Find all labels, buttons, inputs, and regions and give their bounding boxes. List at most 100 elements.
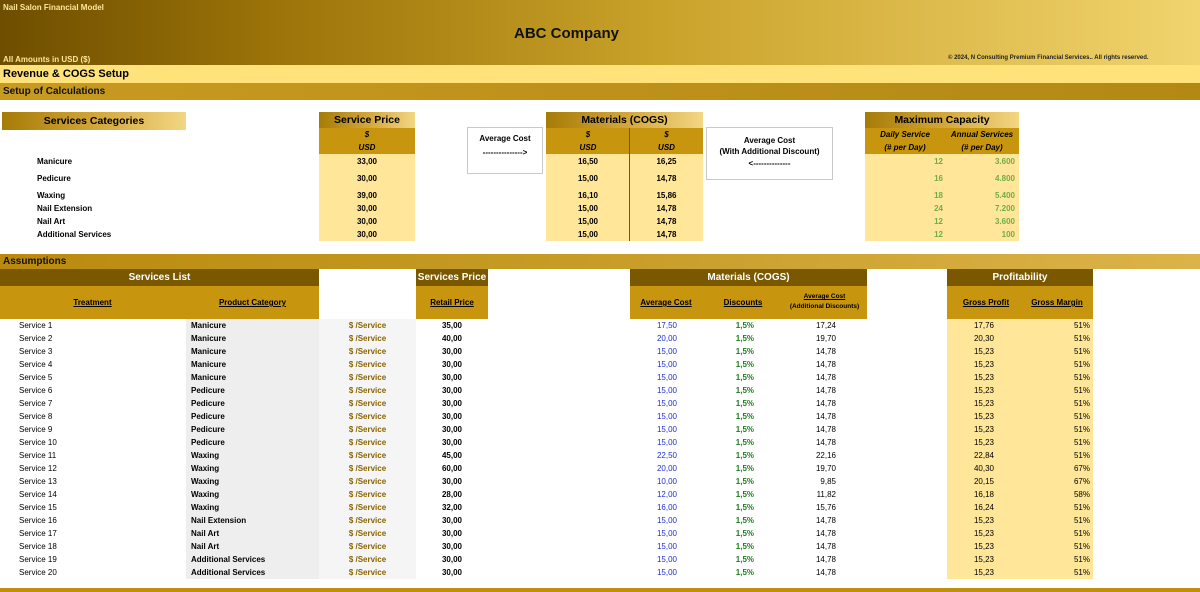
materials-unit-cell-1: $ USD (546, 128, 630, 154)
setup-category-label: Pedicure (37, 174, 71, 183)
gross-profit: 15,23 (973, 412, 994, 421)
setup-disc-cost: 16,25 (656, 157, 677, 166)
avg-cost-disc: 22,16 (815, 451, 836, 460)
unit-label: $ /Service (348, 412, 387, 421)
services-list-subheader: Treatment Product Category (0, 286, 319, 319)
setup-daily-service: 12 (934, 230, 943, 239)
gross-profit: 15,23 (973, 438, 994, 447)
unit-column (319, 319, 416, 579)
service-name: Service 9 (19, 425, 53, 434)
col-gross-profit: Gross Profit (962, 298, 1010, 307)
retail-price: 30,00 (441, 477, 462, 486)
gross-profit: 15,23 (973, 399, 994, 408)
col-discounts: Discounts (723, 298, 763, 307)
service-category: Waxing (191, 451, 220, 460)
service-category: Manicure (191, 360, 227, 369)
retail-price: 30,00 (441, 399, 462, 408)
col-gross-margin: Gross Margin (1031, 298, 1083, 307)
discount: 1,5% (735, 477, 754, 486)
discount: 1,5% (735, 347, 754, 356)
product-category-column (186, 319, 319, 579)
unit-label: $ /Service (348, 464, 387, 473)
service-category: Manicure (191, 321, 227, 330)
setup-daily-service: 12 (934, 217, 943, 226)
profitability-column (947, 319, 1093, 579)
unit-label: $ /Service (348, 373, 387, 382)
discount: 1,5% (735, 412, 754, 421)
avg-cost-disc: 14,78 (815, 347, 836, 356)
gross-margin: 51% (1073, 555, 1090, 564)
gross-margin: 51% (1073, 542, 1090, 551)
average-cost: 10,00 (656, 477, 677, 486)
gross-profit: 15,23 (973, 386, 994, 395)
retail-price: 30,00 (441, 412, 462, 421)
service-category: Additional Services (191, 568, 266, 577)
avg-cost-disc: 11,82 (816, 490, 836, 499)
daily-service-label: Daily Service (880, 130, 930, 139)
retail-price: 30,00 (441, 360, 462, 369)
discount: 1,5% (735, 568, 754, 577)
retail-price: 30,00 (441, 347, 462, 356)
gross-margin: 51% (1073, 321, 1090, 330)
unit-label: $ /Service (348, 490, 387, 499)
service-name: Service 1 (19, 321, 53, 330)
col-avg-cost-disc: Average Cost (803, 293, 846, 300)
retail-price: 30,00 (441, 425, 462, 434)
setup-avg-cost: 15,00 (577, 204, 599, 213)
service-name: Service 18 (19, 542, 57, 551)
gross-profit: 16,18 (973, 490, 994, 499)
arrow-right-icon: ---------------> (482, 148, 528, 157)
gross-margin: 67% (1073, 464, 1090, 473)
unit-label: $ /Service (348, 451, 387, 460)
profitability-subheader: Gross Profit Gross Margin (947, 286, 1093, 319)
discount: 1,5% (735, 490, 754, 499)
discount: 1,5% (735, 373, 754, 382)
gross-margin: 51% (1073, 529, 1090, 538)
service-category: Pedicure (191, 438, 225, 447)
gross-margin: 51% (1073, 373, 1090, 382)
average-cost: 15,00 (656, 373, 677, 382)
unit-label: $ /Service (348, 555, 387, 564)
avg-cost-disc: 19,70 (815, 464, 836, 473)
gross-margin: 58% (1073, 490, 1090, 499)
setup-avg-cost: 15,00 (577, 217, 599, 226)
average-cost: 12,00 (656, 490, 677, 499)
discount: 1,5% (735, 464, 754, 473)
average-cost: 17,50 (656, 321, 677, 330)
gross-profit: 16,24 (973, 503, 994, 512)
unit-label: $ /Service (348, 386, 387, 395)
currency-symbol: $ (364, 130, 370, 139)
service-category: Waxing (191, 464, 220, 473)
gross-profit: 20,15 (973, 477, 994, 486)
discount: 1,5% (735, 451, 754, 460)
currency-symbol: $ (664, 130, 669, 139)
gross-margin: 51% (1073, 503, 1090, 512)
service-name: Service 3 (19, 347, 53, 356)
discount: 1,5% (735, 360, 754, 369)
avg-cost-disc: 14,78 (815, 360, 836, 369)
service-name: Service 13 (19, 477, 57, 486)
col-average-cost: Average Cost (640, 298, 692, 307)
unit-label: $ /Service (348, 516, 387, 525)
setup-daily-service: 12 (934, 157, 943, 166)
unit-label: $ /Service (348, 334, 387, 343)
gross-margin: 51% (1073, 334, 1090, 343)
setup-disc-cost: 14,78 (656, 217, 677, 226)
gross-margin: 51% (1073, 386, 1090, 395)
annual-services-sub: (# per Day) (961, 143, 1003, 152)
service-category: Pedicure (191, 399, 225, 408)
setup-annual-services: 3.600 (994, 217, 1015, 226)
setup-disc-cost: 15,86 (656, 191, 677, 200)
col-treatment: Treatment (73, 298, 112, 307)
setup-service-price: 33,00 (356, 157, 378, 166)
avg-cost-disc: 14,78 (815, 399, 836, 408)
setup-avg-cost: 16,10 (577, 191, 599, 200)
gross-margin: 51% (1073, 451, 1090, 460)
average-cost: 15,00 (656, 425, 677, 434)
setup-service-price: 30,00 (356, 204, 378, 213)
section-revenue-cogs: Revenue & COGS Setup (0, 65, 1200, 83)
service-price-unit-cell: $ USD (319, 128, 415, 154)
annual-services-label: Annual Services (950, 130, 1014, 139)
average-cost: 15,00 (656, 529, 677, 538)
service-name: Service 2 (19, 334, 53, 343)
